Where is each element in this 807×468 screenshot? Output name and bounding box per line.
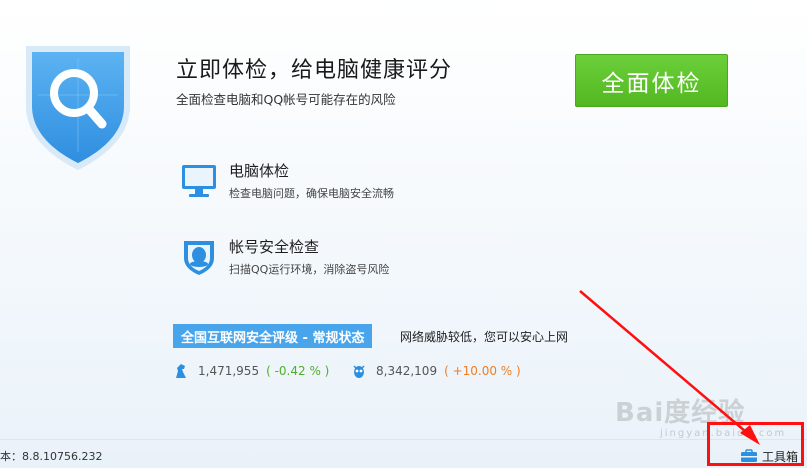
security-scan-panel: 立即体检，给电脑健康评分 全面检查电脑和QQ帐号可能存在的风险 全面体检 电脑体…: [0, 0, 807, 468]
trojan-change: ( -0.42 % ): [266, 364, 330, 378]
security-rating-badge: 全国互联网安全评级 - 常规状态: [173, 324, 373, 348]
version-label: 本：8.8.10756.232: [0, 450, 103, 463]
virus-count: 8,342,109: [376, 364, 438, 378]
full-scan-button[interactable]: 全面体检: [575, 54, 728, 107]
shield-magnifier-icon: [26, 46, 130, 170]
feature-title: 帐号安全检查: [229, 238, 320, 256]
feature-desc: 检查电脑问题，确保电脑安全流畅: [229, 187, 394, 200]
virus-stat: 8,342,109 ( +10.00 % ): [351, 362, 521, 380]
virus-bug-icon: [353, 365, 365, 378]
toolbox-icon: [741, 449, 757, 462]
feature-computer-scan[interactable]: 电脑体检 检查电脑问题，确保电脑安全流畅: [180, 160, 480, 204]
page-subtitle: 全面检查电脑和QQ帐号可能存在的风险: [176, 92, 396, 107]
trojan-stat: 1,471,955 ( -0.42 % ): [173, 362, 329, 380]
monitor-icon: [182, 165, 216, 197]
baidu-watermark-url: jingyan.baidu.com: [660, 428, 787, 439]
trojan-count: 1,471,955: [198, 364, 260, 378]
feature-desc: 扫描QQ运行环境，消除盗号风险: [229, 263, 390, 276]
baidu-watermark: Bai度经验: [615, 398, 746, 428]
qq-penguin-shield-icon: [184, 241, 214, 275]
toolbox-button[interactable]: 工具箱: [740, 446, 798, 466]
feature-account-check[interactable]: 帐号安全检查 扫描QQ运行环境，消除盗号风险: [180, 236, 480, 280]
horse-icon: [176, 364, 186, 378]
security-rating-note: 网络威胁较低，您可以安心上网: [400, 330, 569, 344]
feature-title: 电脑体检: [229, 162, 290, 180]
page-title: 立即体检，给电脑健康评分: [176, 58, 453, 83]
toolbox-label: 工具箱: [762, 449, 799, 464]
virus-change: ( +10.00 % ): [444, 364, 521, 378]
footer-divider: [0, 439, 807, 440]
